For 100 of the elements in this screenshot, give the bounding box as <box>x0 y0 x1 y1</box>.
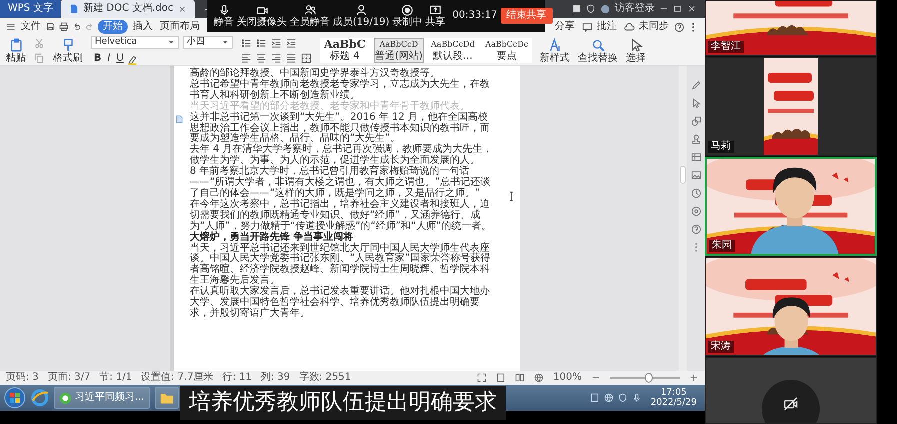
record-icon <box>401 4 414 17</box>
toolbar-button[interactable]: 关闭摄像头 <box>237 4 287 28</box>
taskbar-button[interactable] <box>154 387 179 409</box>
account-link[interactable]: 访客登录 <box>615 3 655 15</box>
paragraph: 8 年前考察北京大学时，总书记曾引用教育家梅贻琦说的一句话——“所谓大学者，非谓有大楼之谓也，有大师之谓也。”总书记还谈了自己的体会——“这样的大师，既是学问之师，又是品行之师。” <box>190 167 492 199</box>
select-button[interactable]: 选择 <box>626 38 646 64</box>
caret-icon <box>168 39 175 46</box>
toolbar-button[interactable]: 全员静音 <box>290 4 330 28</box>
bullet-list-icon[interactable] <box>241 38 252 48</box>
cursor-icon[interactable] <box>690 98 702 109</box>
participant-name: 朱园 <box>709 240 735 252</box>
caret-icon <box>222 39 229 46</box>
format-button[interactable]: B <box>91 53 105 65</box>
end-share-button[interactable]: 结束共享 <box>500 8 553 24</box>
clock-icon[interactable] <box>690 188 702 199</box>
align-center-icon[interactable] <box>256 52 267 64</box>
style-option[interactable]: AaBbCcD 普通(网站) <box>374 38 424 63</box>
menu-tab[interactable]: 开始 <box>98 20 128 34</box>
toolbar-button[interactable]: 共享 <box>426 4 446 28</box>
comment-icon <box>582 22 593 32</box>
close-icon[interactable] <box>178 4 187 14</box>
bullet-list-icon[interactable] <box>256 38 267 48</box>
start-icon[interactable] <box>4 387 26 409</box>
shield-icon[interactable] <box>618 393 628 403</box>
shapes-icon[interactable] <box>690 116 702 127</box>
paragraph: 在认真听取大家发言后，总书记发表重要讲话。他对扎根中国大地办大学、发展中国特色哲学社会科学、培养优秀教师队伍提出明确要求，并殷切寄语广大青年。 <box>190 287 491 320</box>
print-icon[interactable] <box>59 22 69 32</box>
help-icon[interactable] <box>690 224 702 235</box>
status-item: 页码: 3 <box>6 372 39 384</box>
menu-button[interactable]: 未同步 <box>622 20 671 34</box>
find-replace-button[interactable]: 查找替换 <box>578 38 618 64</box>
video-tile[interactable]: 朱园 <box>705 157 877 256</box>
app-tab[interactable]: 新建 DOC 文档.doc <box>61 0 195 18</box>
search-icon <box>590 38 606 52</box>
panel-icon[interactable] <box>572 4 582 14</box>
cloud-icon <box>624 22 635 32</box>
format-painter-button[interactable]: 格式刷 <box>53 38 83 64</box>
note-icon <box>175 115 184 124</box>
paste-button[interactable]: 粘贴 <box>6 38 26 64</box>
menu-tab[interactable]: 文件 <box>19 20 43 34</box>
document-icon <box>69 4 80 14</box>
video-tile[interactable]: 马莉 <box>705 57 877 156</box>
clock-time: 17:05 <box>660 388 688 398</box>
menu-button[interactable]: 分享 <box>553 20 577 34</box>
menu-tab[interactable]: 插入 <box>131 20 155 34</box>
pencil-icon[interactable] <box>690 80 702 91</box>
browser-icon[interactable] <box>31 389 49 407</box>
camera-off-icon <box>783 396 799 412</box>
stamp-icon[interactable] <box>690 134 702 145</box>
toolbar-button[interactable]: 成员(19/19) <box>333 4 390 28</box>
paragraph: 当天，习近平总书记还来到世纪馆北大厅同中国人民大学师生代表座谈。中国人民大学党委书记张东刚、“人民教育家”国家荣誉称号获得者高铭暄、经济学院教授赵峰、新闻学院博士生周晓辉、哲学院本科生王海馨先后发言。 <box>190 244 492 286</box>
screen-share-icon <box>429 4 442 17</box>
status-item: 行: 11 <box>222 372 252 384</box>
new-style-button[interactable]: 新样式 <box>540 38 570 64</box>
indent-icon[interactable] <box>271 38 282 48</box>
target-icon[interactable] <box>690 206 702 217</box>
paragraph: 在今年这次考察中，总书记指出，培养社会主义建设者和接班人，迫切需要我们的教师既精通专业知识、做好“经师”，又涵养德行、成为“人师”，努力做精于“传道授业解惑”的“经师”和“人师”的统一者。 <box>190 200 492 232</box>
menu-icon[interactable] <box>6 22 16 32</box>
zoom-in-icon[interactable] <box>689 373 699 383</box>
highlighter-icon[interactable] <box>126 54 138 64</box>
slider-thumb[interactable] <box>644 373 652 383</box>
size-select[interactable]: 小四 <box>183 36 233 49</box>
toolbar-button[interactable]: 录制中 <box>392 4 423 28</box>
menu-tab[interactable]: 页面布局 <box>158 20 202 34</box>
paragraph: 高龄的邹论拜教授、中国新闻史学界泰斗方汉奇教授等。 <box>190 69 440 79</box>
shield-icon[interactable] <box>586 4 596 14</box>
video-tile[interactable] <box>705 357 877 424</box>
toolbar-button[interactable]: 静音 <box>214 4 234 28</box>
two-page-icon[interactable] <box>515 373 526 383</box>
align-right-icon[interactable] <box>271 52 282 64</box>
video-tile[interactable]: 宋涛 <box>705 257 877 356</box>
taskbar-button[interactable]: 习近平同频习... <box>54 387 150 409</box>
help-icon[interactable] <box>674 22 685 32</box>
style-option[interactable]: AaBbCcDd 默认段... <box>428 38 478 63</box>
format-button[interactable]: U <box>114 53 127 65</box>
fit-icon[interactable] <box>477 373 488 383</box>
image-icon[interactable] <box>690 170 702 181</box>
close-icon[interactable] <box>687 4 697 14</box>
borders-icon[interactable] <box>301 52 312 64</box>
scrollbar-thumb[interactable] <box>680 166 686 184</box>
video-tile[interactable]: 李智江 <box>705 0 877 56</box>
menu-button[interactable]: 批注 <box>580 20 619 34</box>
status-item: 页面: 3/7 <box>48 372 91 384</box>
format-button[interactable]: I <box>104 53 114 65</box>
font-select[interactable]: Helvetica <box>91 36 179 49</box>
app-tab[interactable]: WPS 文字 <box>0 0 62 18</box>
status-item: 节: 1/1 <box>100 372 132 384</box>
globe-icon[interactable] <box>534 373 544 383</box>
undo-icon[interactable] <box>72 22 82 32</box>
table-icon[interactable] <box>690 152 702 163</box>
app-icon <box>59 392 72 404</box>
clipboard-icon <box>8 38 24 52</box>
indent-icon[interactable] <box>286 38 297 48</box>
section-heading: 大熔炉，勇当开路先锋 争当事业闯将 <box>190 232 354 243</box>
save-icon[interactable] <box>46 22 56 32</box>
align-left-icon[interactable] <box>241 52 252 64</box>
justify-icon[interactable] <box>286 52 297 64</box>
page-view-icon[interactable] <box>496 373 506 383</box>
network-icon[interactable] <box>604 393 614 403</box>
maximize-icon[interactable] <box>673 4 683 14</box>
